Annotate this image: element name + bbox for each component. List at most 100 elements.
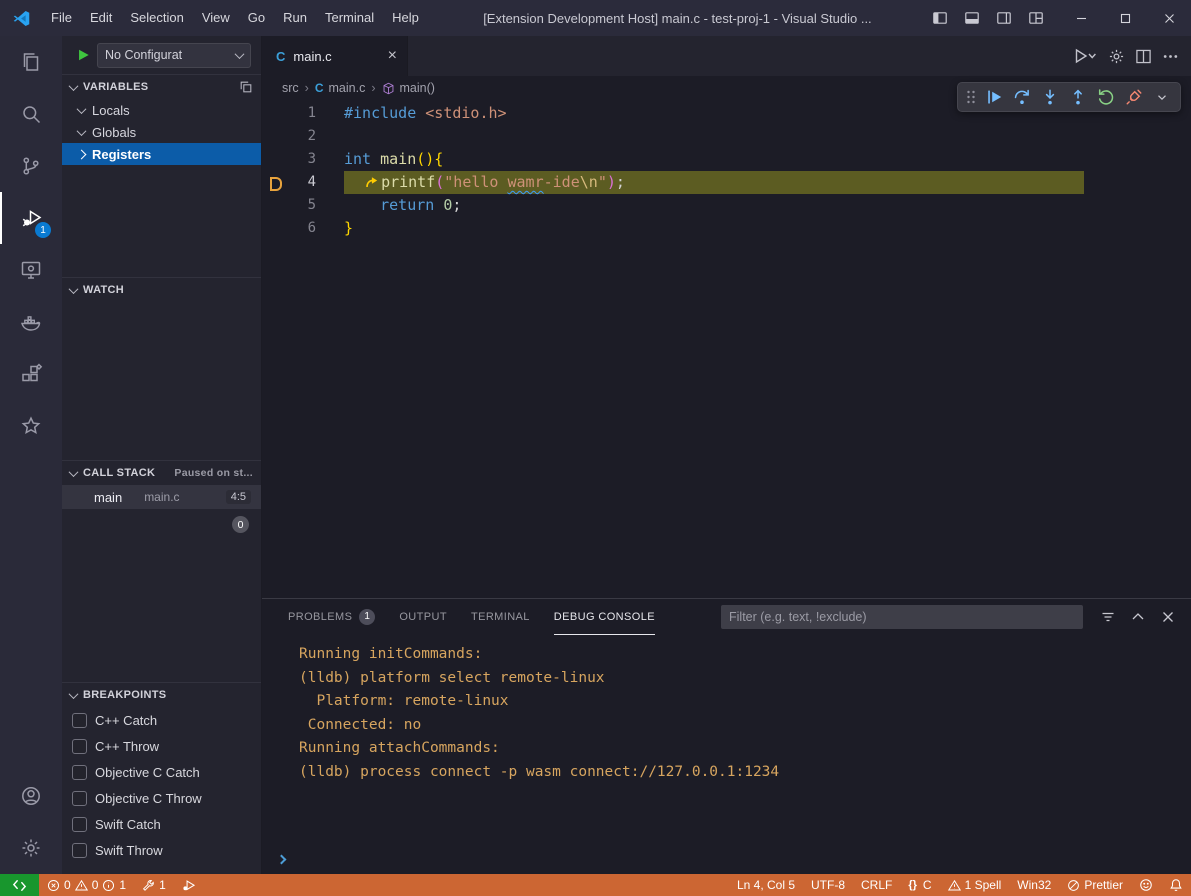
step-into-button[interactable] (1036, 84, 1063, 110)
disconnect-button[interactable] (1120, 84, 1147, 110)
code-line-4[interactable]: 4 printf("hello wamr-ide\n"); (262, 171, 1191, 194)
step-out-button[interactable] (1064, 84, 1091, 110)
split-editor-icon[interactable] (1135, 47, 1152, 64)
code-line-3[interactable]: 3int main(){ (262, 148, 1191, 171)
debug-status[interactable] (174, 874, 204, 896)
toggle-sidebar-icon[interactable] (927, 5, 953, 31)
code-line-6[interactable]: 6} (262, 217, 1191, 240)
activity-source-control[interactable] (0, 140, 62, 192)
activity-extensions[interactable] (0, 348, 62, 400)
more-actions-icon[interactable] (1162, 47, 1179, 64)
breadcrumb-symbol[interactable]: main() (382, 81, 435, 95)
run-menu-icon[interactable] (1074, 48, 1098, 65)
feedback-button[interactable] (1131, 874, 1161, 896)
activity-account[interactable] (0, 770, 62, 822)
activity-explorer[interactable] (0, 36, 62, 88)
close-tab-icon[interactable]: × (388, 48, 397, 64)
menu-edit[interactable]: Edit (81, 0, 121, 36)
panel-tab-problems[interactable]: PROBLEMS1 (288, 599, 375, 635)
notifications-bell[interactable] (1161, 874, 1191, 896)
activity-remote-explorer[interactable] (0, 244, 62, 296)
debug-console-output[interactable]: Running initCommands:(lldb) platform sel… (262, 635, 1191, 844)
menu-go[interactable]: Go (239, 0, 274, 36)
cursor-position[interactable]: Ln 4, Col 5 (729, 874, 803, 896)
activity-settings[interactable] (0, 822, 62, 874)
platform-indicator[interactable]: Win32 (1009, 874, 1059, 896)
activity-star[interactable] (0, 400, 62, 452)
debug-console-input[interactable] (262, 844, 1191, 874)
checkbox-unchecked[interactable] (72, 713, 87, 728)
tools-status[interactable]: 1 (134, 874, 174, 896)
remote-indicator[interactable] (0, 874, 39, 896)
breakpoint-item-swift-throw[interactable]: Swift Throw (62, 837, 261, 863)
menu-terminal[interactable]: Terminal (316, 0, 383, 36)
restart-button[interactable] (1092, 84, 1119, 110)
menu-run[interactable]: Run (274, 0, 316, 36)
glyph-margin[interactable] (262, 125, 284, 148)
menu-file[interactable]: File (42, 0, 81, 36)
customize-layout-icon[interactable] (1023, 5, 1049, 31)
maximize-panel-icon[interactable] (1127, 606, 1149, 628)
filter-icon[interactable] (1097, 606, 1119, 628)
watch-header[interactable]: WATCH (62, 278, 261, 302)
drag-handle-icon[interactable] (963, 88, 979, 106)
step-over-button[interactable] (1008, 84, 1035, 110)
activity-docker[interactable] (0, 296, 62, 348)
settings-gear-icon[interactable] (1108, 47, 1125, 64)
checkbox-unchecked[interactable] (72, 791, 87, 806)
activity-run-debug[interactable]: 1 (0, 192, 62, 244)
breakpoint-item-swift-catch[interactable]: Swift Catch (62, 811, 261, 837)
breadcrumb-folder[interactable]: src (282, 81, 299, 95)
tab-main-c[interactable]: C main.c × (262, 36, 408, 76)
callstack-header[interactable]: CALL STACK Paused on st... (62, 461, 261, 485)
checkbox-unchecked[interactable] (72, 817, 87, 832)
language-mode[interactable]: {} C (900, 874, 939, 896)
breakpoint-item-c-catch[interactable]: C++ Catch (62, 707, 261, 733)
checkbox-unchecked[interactable] (72, 843, 87, 858)
toggle-panel-icon[interactable] (959, 5, 985, 31)
start-debugging-button[interactable] (76, 48, 90, 62)
inline-breakpoint-icon[interactable] (365, 171, 378, 194)
breakpoint-item-objective-c-throw[interactable]: Objective C Throw (62, 785, 261, 811)
checkbox-unchecked[interactable] (72, 765, 87, 780)
glyph-margin[interactable] (262, 148, 284, 171)
breakpoints-header[interactable]: BREAKPOINTS (62, 683, 261, 707)
problems-status[interactable]: 0 0 1 (39, 874, 134, 896)
glyph-margin[interactable] (262, 217, 284, 240)
formatter-status[interactable]: Prettier (1059, 874, 1131, 896)
variables-item-registers[interactable]: Registers (62, 143, 261, 165)
panel-tab-debug-console[interactable]: DEBUG CONSOLE (554, 599, 655, 635)
panel-tab-terminal[interactable]: TERMINAL (471, 599, 530, 635)
variables-item-globals[interactable]: Globals (62, 121, 261, 143)
panel-tab-output[interactable]: OUTPUT (399, 599, 447, 635)
code-editor[interactable]: 1#include <stdio.h>23int main(){4 printf… (262, 100, 1191, 598)
maximize-button[interactable] (1103, 0, 1147, 36)
variables-header[interactable]: VARIABLES (62, 75, 261, 99)
debug-config-select[interactable]: No Configurat (97, 43, 251, 68)
menu-selection[interactable]: Selection (121, 0, 192, 36)
variables-item-locals[interactable]: Locals (62, 99, 261, 121)
menu-view[interactable]: View (193, 0, 239, 36)
continue-button[interactable] (980, 84, 1007, 110)
close-button[interactable] (1147, 0, 1191, 36)
code-line-5[interactable]: 5 return 0; (262, 194, 1191, 217)
encoding-indicator[interactable]: UTF-8 (803, 874, 853, 896)
activity-search[interactable] (0, 88, 62, 140)
close-panel-icon[interactable] (1157, 606, 1179, 628)
minimize-button[interactable] (1059, 0, 1103, 36)
breakpoint-item-objective-c-catch[interactable]: Objective C Catch (62, 759, 261, 785)
spell-checker-status[interactable]: 1 Spell (940, 874, 1010, 896)
console-filter-input[interactable] (721, 605, 1083, 629)
eol-indicator[interactable]: CRLF (853, 874, 900, 896)
breakpoint-item-c-throw[interactable]: C++ Throw (62, 733, 261, 759)
callstack-frame[interactable]: main main.c 4:5 (62, 485, 261, 509)
collapse-all-icon[interactable] (239, 80, 253, 94)
menu-help[interactable]: Help (383, 0, 428, 36)
breadcrumb-file[interactable]: C main.c (315, 81, 366, 95)
glyph-margin[interactable] (262, 194, 284, 217)
checkbox-unchecked[interactable] (72, 739, 87, 754)
debug-current-line-icon[interactable] (262, 171, 284, 194)
chevron-down-icon[interactable] (1148, 84, 1175, 110)
glyph-margin[interactable] (262, 102, 284, 125)
code-line-2[interactable]: 2 (262, 125, 1191, 148)
